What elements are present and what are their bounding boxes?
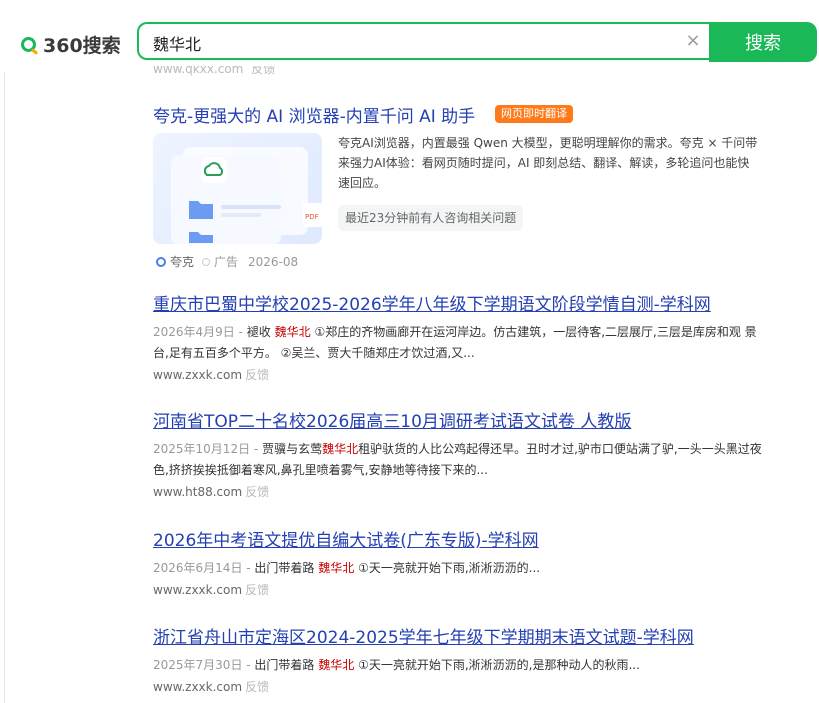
- search-header: 360搜索 × 搜索: [0, 0, 819, 72]
- result-url[interactable]: www.ht88.com: [153, 485, 242, 499]
- search-button[interactable]: 搜索: [709, 22, 817, 62]
- result-separator: -: [242, 658, 255, 672]
- result-keyword-highlight: 魏华北: [318, 561, 355, 575]
- result-title[interactable]: 浙江省舟山市定海区2024-2025学年七年级下学期期末语文试题-学科网: [153, 623, 763, 648]
- result-cite: www.zxxk.com 反馈: [153, 581, 763, 598]
- result-date: 2026年4月9日: [153, 325, 235, 339]
- ad-source[interactable]: 夸克: [170, 253, 194, 270]
- ad-consult-chip[interactable]: 最近23分钟前有人咨询相关问题: [338, 205, 524, 231]
- search-input[interactable]: [151, 30, 675, 56]
- result-snippet-pre: 出门带着路: [254, 561, 319, 575]
- result-url[interactable]: www.zxxk.com: [153, 583, 242, 597]
- result-feedback[interactable]: 反馈: [245, 485, 269, 499]
- result-snippet: 2025年7月30日 - 出门带着路 魏华北 ①天一亮就开始下雨,淅淅沥沥的,是…: [153, 655, 763, 676]
- result-snippet-pre: 贾骥与玄莺: [262, 442, 323, 456]
- ad-translate-badge[interactable]: 网页即时翻译: [495, 105, 573, 123]
- page-left-border: [4, 0, 5, 703]
- result-snippet-pre: 出门带着路: [254, 658, 319, 672]
- result-cite: www.zxxk.com 反馈: [153, 366, 763, 383]
- result-item: 河南省TOP二十名校2026届高三10月调研考试语文试卷 人教版 2025年10…: [153, 407, 763, 500]
- ad-thumbnail-illustration: PDF: [171, 147, 322, 244]
- result-date: 2025年7月30日: [153, 658, 243, 672]
- ad-date: 2026-08: [248, 254, 299, 269]
- result-item: 浙江省舟山市定海区2024-2025学年七年级下学期期末语文试题-学科网 202…: [153, 623, 763, 695]
- result-snippet-post: ①天一亮就开始下雨,淅淅沥沥的,是那种动人的秋雨...: [354, 658, 640, 672]
- result-item: 2026年中考语文提优自编大试卷(广东专版)-学科网 2026年6月14日 - …: [153, 526, 763, 598]
- result-snippet: 2025年10月12日 - 贾骥与玄莺魏华北租驴驮货的人比公鸡起得还早。丑时才过…: [153, 439, 763, 481]
- result-cite: www.zxxk.com 反馈: [153, 678, 763, 695]
- logo[interactable]: 360搜索: [21, 32, 121, 57]
- result-url[interactable]: www.zxxk.com: [153, 368, 242, 382]
- result-item: 重庆市巴蜀中学校2025-2026学年八年级下学期语文阶段学情自测-学科网 20…: [153, 290, 763, 383]
- result-snippet: 2026年4月9日 - 褪收 魏华北 ①郑庄的齐物画廊开在运河岸边。仿古建筑，一…: [153, 322, 763, 364]
- result-separator: -: [234, 325, 247, 339]
- logo-ring-icon: [21, 36, 36, 52]
- ad-thumbnail[interactable]: PDF: [153, 133, 322, 244]
- ad-label: 广告: [214, 255, 239, 269]
- result-title[interactable]: 河南省TOP二十名校2026届高三10月调研考试语文试卷 人教版: [153, 407, 763, 432]
- result-date: 2025年10月12日: [153, 442, 251, 456]
- ad-result-title[interactable]: 夸克-更强大的 AI 浏览器-内置千问 AI 助手: [153, 102, 475, 127]
- result-date: 2026年6月14日: [153, 561, 243, 575]
- ad-marker-icon: [202, 257, 211, 266]
- result-title[interactable]: 重庆市巴蜀中学校2025-2026学年八年级下学期语文阶段学情自测-学科网: [153, 290, 763, 315]
- result-separator: -: [250, 442, 263, 456]
- result-keyword-highlight: 魏华北: [318, 658, 355, 672]
- result-feedback[interactable]: 反馈: [245, 583, 269, 597]
- result-title[interactable]: 2026年中考语文提优自编大试卷(广东专版)-学科网: [153, 526, 763, 551]
- ad-meta: 夸克 广告 2026-08: [156, 253, 298, 270]
- search-box: ×: [137, 22, 711, 60]
- result-snippet: 2026年6月14日 - 出门带着路 魏华北 ①天一亮就开始下雨,淅淅沥沥的..…: [153, 558, 763, 579]
- result-cite: www.ht88.com 反馈: [153, 483, 763, 500]
- clear-icon[interactable]: ×: [683, 31, 703, 51]
- svg-text:PDF: PDF: [305, 213, 319, 221]
- result-url[interactable]: www.zxxk.com: [153, 680, 242, 694]
- result-feedback[interactable]: 反馈: [245, 680, 269, 694]
- result-separator: -: [242, 561, 255, 575]
- result-feedback[interactable]: 反馈: [245, 368, 269, 382]
- ad-description: 夸克AI浏览器，内置最强 Qwen 大模型，更聪明理解你的需求。夸克 × 千问带…: [338, 136, 758, 190]
- logo-text: 360搜索: [43, 34, 121, 57]
- result-keyword-highlight: 魏华北: [322, 442, 359, 456]
- quark-source-icon: [156, 256, 166, 267]
- result-keyword-highlight: 魏华北: [274, 325, 311, 339]
- result-snippet-pre: 褪收: [246, 325, 275, 339]
- cloud-icon: [201, 157, 227, 183]
- pdf-file-icon: PDF: [303, 203, 322, 227]
- result-snippet-post: ①天一亮就开始下雨,淅淅沥沥的...: [354, 561, 541, 575]
